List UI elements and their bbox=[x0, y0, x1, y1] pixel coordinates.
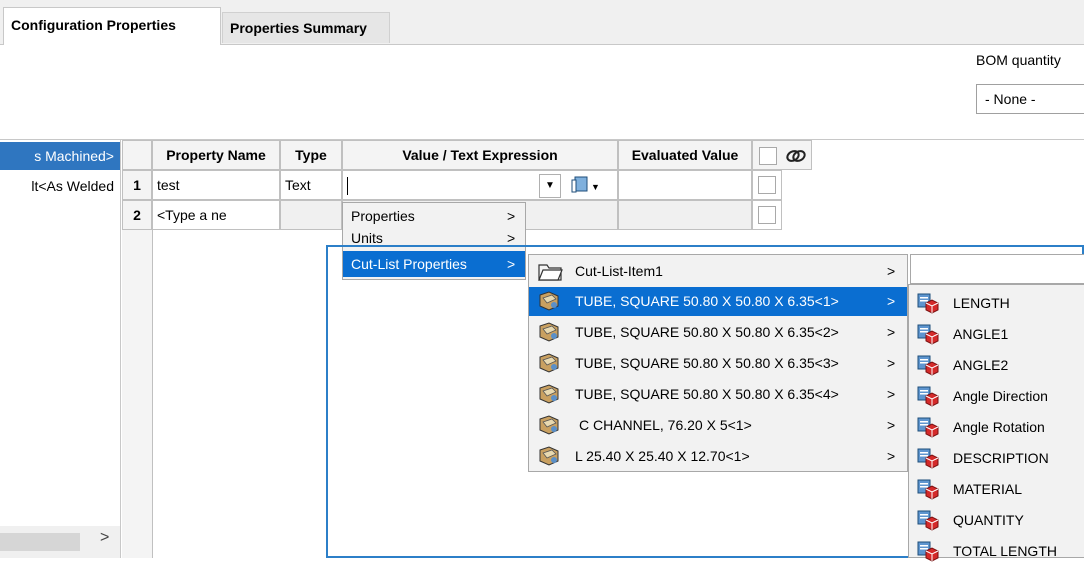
weldment-body-icon bbox=[539, 415, 559, 435]
weldment-body-icon bbox=[539, 353, 559, 373]
weldment-body-icon bbox=[539, 384, 559, 404]
menu-item-property[interactable]: TOTAL LENGTH bbox=[909, 537, 1084, 565]
property-icon bbox=[917, 510, 939, 531]
text-cursor bbox=[347, 177, 348, 195]
menu-item-cut-list-body[interactable]: TUBE, SQUARE 50.80 X 50.80 X 6.35<1> > bbox=[529, 287, 907, 316]
link-dropdown-icon[interactable]: ▼ bbox=[591, 173, 600, 199]
menu-item-property[interactable]: QUANTITY bbox=[909, 506, 1084, 534]
tab-configuration-properties[interactable]: Configuration Properties bbox=[3, 7, 221, 45]
weldment-body-icon bbox=[539, 446, 559, 466]
submenu-arrow: > bbox=[887, 448, 896, 464]
property-icon bbox=[917, 324, 939, 345]
submenu-arrow: > bbox=[887, 417, 896, 433]
header-type: Type bbox=[280, 140, 342, 170]
evaluated-value-cell bbox=[618, 200, 752, 230]
link-value-icon[interactable] bbox=[571, 175, 589, 195]
menu-item-cut-list-body[interactable]: L 25.40 X 25.40 X 12.70<1> > bbox=[529, 442, 907, 471]
property-name-cell[interactable]: <Type a ne bbox=[152, 200, 280, 230]
scrollbar-thumb[interactable] bbox=[0, 533, 80, 551]
submenu-header-box bbox=[910, 254, 1084, 284]
header-checkbox[interactable] bbox=[759, 147, 777, 165]
property-label: Angle Direction bbox=[953, 388, 1048, 404]
row-checkbox[interactable] bbox=[758, 206, 776, 224]
cut-list-property-submenu: LENGTH ANGLE1 ANGLE2 Angle Direction Angle R… bbox=[908, 284, 1084, 562]
property-label: ANGLE1 bbox=[953, 326, 1009, 342]
menu-item-cut-list-body[interactable]: TUBE, SQUARE 50.80 X 50.80 X 6.35<3> > bbox=[529, 349, 907, 378]
property-label: ANGLE2 bbox=[953, 357, 1009, 373]
tab-properties-summary[interactable]: Properties Summary bbox=[222, 12, 390, 43]
property-name-cell[interactable]: test bbox=[152, 170, 280, 200]
dropdown-arrow-icon[interactable]: ▼ bbox=[539, 174, 561, 198]
row-checkbox-cell bbox=[752, 200, 782, 230]
submenu-arrow: > bbox=[887, 293, 896, 309]
property-icon bbox=[917, 355, 939, 376]
weldment-body-icon bbox=[539, 322, 559, 342]
menu-item-cut-list-body[interactable]: C CHANNEL, 76.20 X 5<1> > bbox=[529, 411, 907, 440]
configuration-list bbox=[0, 140, 121, 558]
submenu-arrow: > bbox=[887, 324, 896, 340]
row-number: 1 bbox=[122, 170, 152, 200]
value-expression-cell[interactable]: ▼ ▼ bbox=[342, 170, 618, 200]
menu-item-cut-list-item1[interactable]: Cut-List-Item1 > bbox=[529, 257, 907, 285]
property-icon bbox=[917, 541, 939, 562]
menu-item-label: TUBE, SQUARE 50.80 X 50.80 X 6.35<2> bbox=[575, 324, 839, 340]
property-icon bbox=[917, 417, 939, 438]
header-link bbox=[752, 140, 812, 170]
row-number: 2 bbox=[122, 200, 152, 230]
menu-item-property[interactable]: ANGLE2 bbox=[909, 351, 1084, 379]
grid-corner bbox=[122, 140, 152, 170]
menu-item-property[interactable]: LENGTH bbox=[909, 289, 1084, 317]
menu-item-label: TUBE, SQUARE 50.80 X 50.80 X 6.35<4> bbox=[575, 386, 839, 402]
submenu-arrow: > bbox=[887, 386, 896, 402]
property-icon bbox=[917, 479, 939, 500]
bom-quantity-select[interactable]: - None - bbox=[976, 84, 1084, 114]
row-header-column bbox=[122, 230, 153, 558]
weldment-body-icon bbox=[539, 291, 559, 311]
scroll-right-arrow[interactable]: > bbox=[100, 529, 109, 547]
menu-item-property[interactable]: MATERIAL bbox=[909, 475, 1084, 503]
menu-item-label: TUBE, SQUARE 50.80 X 50.80 X 6.35<3> bbox=[575, 355, 839, 371]
menu-item-property[interactable]: Angle Rotation bbox=[909, 413, 1084, 441]
property-icon bbox=[917, 293, 939, 314]
evaluated-value-cell bbox=[618, 170, 752, 200]
bom-quantity-label: BOM quantity bbox=[976, 52, 1061, 68]
link-icon bbox=[786, 150, 806, 162]
menu-item-property[interactable]: DESCRIPTION bbox=[909, 444, 1084, 472]
folder-icon bbox=[538, 264, 563, 281]
property-icon bbox=[917, 448, 939, 469]
menu-item-cut-list-body[interactable]: TUBE, SQUARE 50.80 X 50.80 X 6.35<4> > bbox=[529, 380, 907, 409]
configuration-item[interactable]: lt<As Welded bbox=[0, 172, 120, 200]
cut-list-submenu: Cut-List-Item1 > TUBE, SQUARE 50.80 X 50… bbox=[528, 254, 908, 472]
menu-item-label: TUBE, SQUARE 50.80 X 50.80 X 6.35<1> bbox=[575, 293, 839, 309]
menu-item-property[interactable]: ANGLE1 bbox=[909, 320, 1084, 348]
menu-item-label: C CHANNEL, 76.20 X 5<1> bbox=[579, 417, 752, 433]
property-label: DESCRIPTION bbox=[953, 450, 1049, 466]
menu-item-property[interactable]: Angle Direction bbox=[909, 382, 1084, 410]
menu-item-cut-list-body[interactable]: TUBE, SQUARE 50.80 X 50.80 X 6.35<2> > bbox=[529, 318, 907, 347]
menu-item-label: L 25.40 X 25.40 X 12.70<1> bbox=[575, 448, 750, 464]
row-checkbox-cell bbox=[752, 170, 782, 200]
row-checkbox[interactable] bbox=[758, 176, 776, 194]
configuration-item-selected[interactable]: s Machined> bbox=[0, 142, 120, 170]
property-label: LENGTH bbox=[953, 295, 1010, 311]
type-cell[interactable] bbox=[280, 200, 342, 230]
header-evaluated-value: Evaluated Value bbox=[618, 140, 752, 170]
property-label: Angle Rotation bbox=[953, 419, 1045, 435]
header-property-name: Property Name bbox=[152, 140, 280, 170]
property-icon bbox=[917, 386, 939, 407]
type-cell[interactable]: Text bbox=[280, 170, 342, 200]
header-value-expression: Value / Text Expression bbox=[342, 140, 618, 170]
submenu-arrow: > bbox=[887, 355, 896, 371]
property-label: TOTAL LENGTH bbox=[953, 543, 1057, 559]
property-label: QUANTITY bbox=[953, 512, 1024, 528]
property-label: MATERIAL bbox=[953, 481, 1022, 497]
